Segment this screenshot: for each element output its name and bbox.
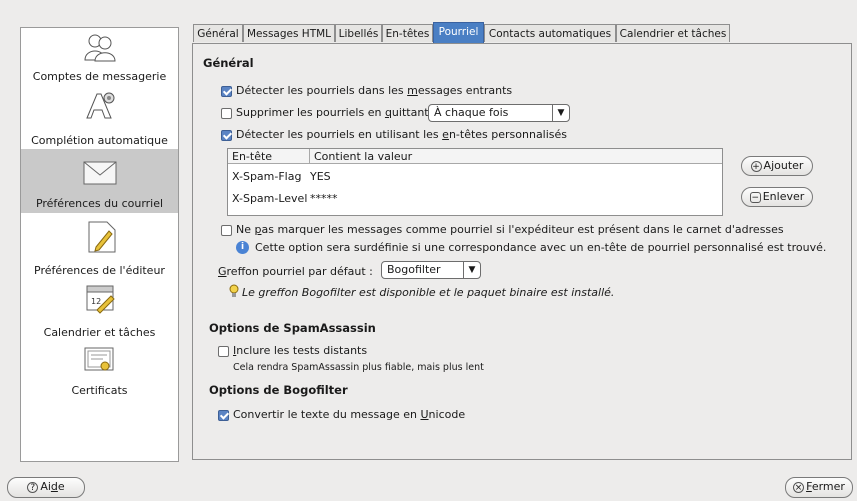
- column-header-header[interactable]: En-tête: [228, 149, 310, 164]
- table-row[interactable]: X-Spam-Flag YES: [232, 170, 331, 183]
- help-icon: ?: [27, 481, 39, 493]
- plugin-status-text: Le greffon Bogofilter est disponible et …: [242, 286, 615, 299]
- sidebar-item-label: Préférences de l'éditeur: [34, 264, 165, 277]
- add-header-button[interactable]: + Ajouter: [741, 156, 813, 176]
- tab-labels[interactable]: Libellés: [335, 24, 382, 42]
- editor-pencil-icon: [88, 221, 116, 253]
- chevron-down-icon: ▼: [552, 105, 569, 121]
- sidebar-item-label: Complétion automatique: [31, 134, 168, 147]
- section-heading-general: Général: [203, 56, 254, 70]
- certificate-icon: [84, 347, 114, 371]
- sidebar-item-certificates[interactable]: Certificats: [21, 342, 178, 406]
- not-spam-if-contact-checkbox[interactable]: [221, 225, 232, 236]
- tab-headers[interactable]: En-têtes: [382, 24, 433, 42]
- calendar-icon: 12: [86, 285, 115, 314]
- delete-frequency-value: À chaque fois: [434, 106, 509, 119]
- detect-incoming-label[interactable]: Détecter les pourriels dans les messages…: [236, 84, 512, 97]
- chevron-down-icon: ▼: [463, 262, 480, 278]
- header-rules-table[interactable]: En-tête Contient la valeur X-Spam-Flag YE…: [227, 148, 723, 216]
- svg-text:12: 12: [91, 297, 101, 306]
- sidebar-item-editor-preferences[interactable]: Préférences de l'éditeur: [21, 216, 178, 278]
- info-icon: i: [236, 241, 249, 254]
- sidebar-item-label: Certificats: [71, 384, 128, 397]
- remote-tests-label[interactable]: Inclure les tests distants: [233, 344, 367, 357]
- minus-icon: −: [749, 191, 761, 203]
- plus-icon: +: [750, 160, 762, 172]
- column-header-value[interactable]: Contient la valeur: [310, 149, 722, 164]
- tab-general[interactable]: Général: [193, 24, 243, 42]
- close-icon: ×: [793, 481, 805, 493]
- section-heading-bogofilter: Options de Bogofilter: [209, 383, 348, 397]
- info-note: Cette option sera surdéfinie si une corr…: [255, 241, 827, 254]
- sidebar-item-accounts[interactable]: Comptes de messagerie: [21, 28, 178, 86]
- convert-unicode-label[interactable]: Convertir le texte du message en Unicode: [233, 408, 465, 421]
- accounts-icon: [84, 34, 116, 62]
- remove-header-button[interactable]: − Enlever: [741, 187, 813, 207]
- tab-calendar-tasks[interactable]: Calendrier et tâches: [616, 24, 730, 42]
- help-button[interactable]: ? Aide: [7, 477, 85, 498]
- remote-tests-checkbox[interactable]: [218, 346, 229, 357]
- remote-tests-hint: Cela rendra SpamAssassin plus fiable, ma…: [233, 362, 484, 373]
- sidebar-item-autocompletion[interactable]: Complétion automatique: [21, 86, 178, 147]
- table-row[interactable]: X-Spam-Level *****: [232, 192, 338, 205]
- delete-on-quit-checkbox[interactable]: [221, 108, 232, 119]
- close-button[interactable]: × Fermer: [785, 477, 853, 498]
- convert-unicode-checkbox[interactable]: [218, 410, 229, 421]
- not-spam-if-contact-label[interactable]: Ne pas marquer les messages comme pourri…: [236, 223, 784, 236]
- sidebar-item-mail-preferences[interactable]: Préférences du courriel: [21, 149, 178, 213]
- tab-junk[interactable]: Pourriel: [433, 22, 484, 43]
- default-plugin-value: Bogofilter: [387, 263, 441, 276]
- category-sidebar: Comptes de messagerie Complétion automat…: [20, 27, 179, 462]
- default-plugin-label: Greffon pourriel par défaut :: [218, 265, 373, 278]
- sidebar-item-label: Préférences du courriel: [35, 197, 164, 210]
- sidebar-item-label: Calendrier et tâches: [43, 326, 156, 339]
- junk-settings-panel: Général Détecter les pourriels dans les …: [192, 43, 852, 460]
- detect-headers-checkbox[interactable]: [221, 130, 232, 141]
- lightbulb-icon: [229, 284, 239, 297]
- detect-incoming-checkbox[interactable]: [221, 86, 232, 97]
- sidebar-item-calendar[interactable]: 12 Calendrier et tâches: [21, 278, 178, 342]
- sidebar-item-label: Comptes de messagerie: [32, 70, 167, 83]
- autocompletion-icon: [86, 92, 115, 119]
- tab-automatic-contacts[interactable]: Contacts automatiques: [484, 24, 616, 42]
- delete-frequency-select[interactable]: À chaque fois ▼: [428, 104, 570, 122]
- detect-headers-label[interactable]: Détecter les pourriels en utilisant les …: [236, 128, 567, 141]
- default-plugin-select[interactable]: Bogofilter ▼: [381, 261, 481, 279]
- section-heading-spamassassin: Options de SpamAssassin: [209, 321, 376, 335]
- tab-html-messages[interactable]: Messages HTML: [243, 24, 335, 42]
- mail-envelope-icon: [83, 161, 117, 185]
- delete-on-quit-label[interactable]: Supprimer les pourriels en quittant: [236, 106, 429, 119]
